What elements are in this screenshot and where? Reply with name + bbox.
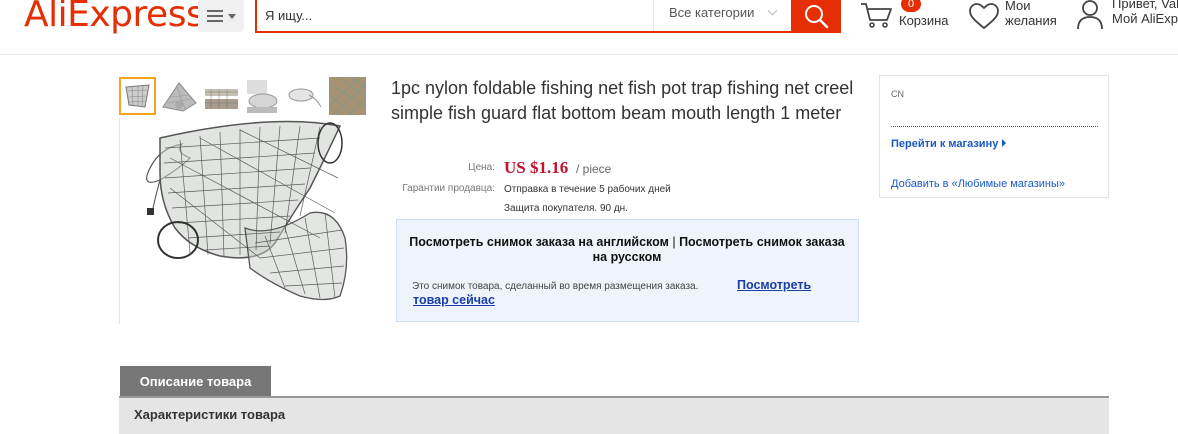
snapshot-panel: Посмотреть снимок заказа на английском |… xyxy=(396,219,859,322)
product-main-image[interactable] xyxy=(119,118,371,324)
thumbnail-strip xyxy=(119,77,366,117)
product-thumbnail[interactable] xyxy=(329,77,366,115)
category-select[interactable]: Все категории xyxy=(669,5,754,20)
heart-icon xyxy=(969,3,999,30)
product-thumbnail[interactable] xyxy=(245,77,282,115)
search-bar: Все категории xyxy=(255,0,792,33)
product-title: 1pc nylon foldable fishing net fish pot … xyxy=(391,78,854,123)
wishlist-label: Мои желания xyxy=(1005,0,1057,28)
chevron-right-icon xyxy=(1002,139,1007,147)
cart-link[interactable]: 0 Корзина xyxy=(860,0,955,40)
site-header: AliExpress Все категории 0 Корзина Мои ж… xyxy=(0,0,1178,55)
guarantee-protection: Защита покупателя. 90 дн. xyxy=(504,203,628,214)
view-snapshot-english-link[interactable]: Посмотреть снимок заказа на английском xyxy=(409,235,669,249)
guarantee-label: Гарантии продавца: xyxy=(402,183,495,194)
view-product-now-link-wrapper: Посмотреть товар сейчас xyxy=(413,278,833,308)
chevron-down-icon xyxy=(767,5,778,16)
store-divider xyxy=(891,126,1098,127)
cart-count-badge: 0 xyxy=(901,0,921,12)
tab-description[interactable]: Описание товара xyxy=(120,366,271,397)
view-product-now-link[interactable]: Посмотреть товар сейчас xyxy=(413,278,811,307)
hamburger-icon xyxy=(206,10,223,22)
add-favorite-store-link[interactable]: Добавить в «Любимые магазины» xyxy=(891,178,1065,190)
account-link[interactable]: Привет, Val Мой AliExp xyxy=(1074,0,1178,40)
visit-store-label: Перейти к магазину xyxy=(891,138,999,150)
search-button[interactable] xyxy=(791,0,841,33)
product-thumbnail[interactable] xyxy=(287,77,324,115)
visit-store-link[interactable]: Перейти к магазину xyxy=(891,138,1007,150)
product-thumbnail[interactable] xyxy=(203,77,240,115)
specs-section-header: Характеристики товара xyxy=(119,398,1109,434)
aliexpress-logo[interactable]: AliExpress xyxy=(24,0,205,35)
price-value: US $1.16 xyxy=(504,158,569,177)
product-thumbnail[interactable] xyxy=(119,77,156,115)
guarantee-shipping: Отправка в течение 5 рабочих дней xyxy=(504,184,671,195)
price-label: Цена: xyxy=(468,162,495,173)
account-greeting: Привет, Val xyxy=(1112,0,1178,11)
store-info-box: CN Перейти к магазину Добавить в «Любимы… xyxy=(879,75,1109,198)
wishlist-link[interactable]: Мои желания xyxy=(968,0,1068,40)
cart-icon xyxy=(861,3,892,28)
search-divider xyxy=(653,0,654,31)
store-country: CN xyxy=(891,89,904,99)
user-icon xyxy=(1077,0,1103,30)
cart-label: Корзина xyxy=(899,13,949,28)
search-input[interactable] xyxy=(265,3,645,27)
snapshot-language-links: Посмотреть снимок заказа на английском |… xyxy=(407,235,847,265)
link-separator: | xyxy=(672,235,676,249)
product-thumbnail[interactable] xyxy=(161,77,198,115)
search-icon xyxy=(805,5,829,29)
categories-menu-button[interactable] xyxy=(198,0,244,32)
my-aliexpress-link: Мой AliExp xyxy=(1112,11,1178,26)
caret-down-icon xyxy=(227,13,236,19)
price-unit: / piece xyxy=(576,162,612,176)
specs-title: Характеристики товара xyxy=(134,407,286,422)
